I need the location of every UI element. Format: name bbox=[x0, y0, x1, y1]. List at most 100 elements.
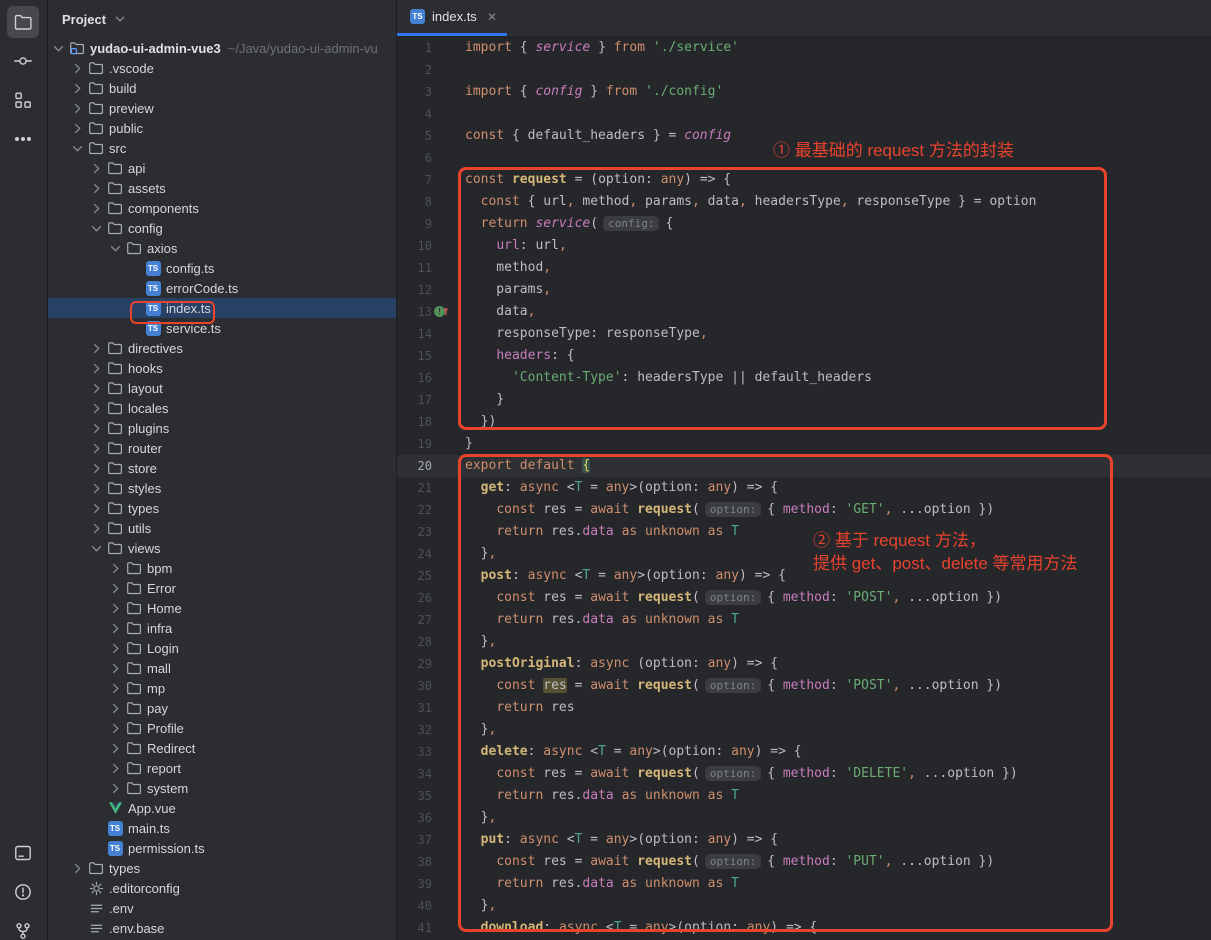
chevron-collapsed-icon[interactable] bbox=[108, 741, 126, 756]
code-line-41[interactable]: 41 download: async <T = any>(option: any… bbox=[397, 917, 1211, 939]
chevron-collapsed-icon[interactable] bbox=[108, 601, 126, 616]
code-line-34[interactable]: 34 const res = await request(option:{ me… bbox=[397, 763, 1211, 785]
chevron-collapsed-icon[interactable] bbox=[108, 661, 126, 676]
code-line-38[interactable]: 38 const res = await request(option:{ me… bbox=[397, 851, 1211, 873]
chevron-collapsed-icon[interactable] bbox=[108, 561, 126, 576]
code-line-25[interactable]: 25 post: async <T = any>(option: any) =>… bbox=[397, 565, 1211, 587]
tree-item-directives[interactable]: directives bbox=[48, 338, 396, 358]
tree-item-system[interactable]: system bbox=[48, 778, 396, 798]
chevron-collapsed-icon[interactable] bbox=[108, 681, 126, 696]
chevron-collapsed-icon[interactable] bbox=[108, 701, 126, 716]
chevron-collapsed-icon[interactable] bbox=[89, 381, 107, 396]
code-line-27[interactable]: 27 return res.data as unknown as T bbox=[397, 609, 1211, 631]
code-line-13[interactable]: 13!↑ data, bbox=[397, 301, 1211, 323]
code-line-14[interactable]: 14 responseType: responseType, bbox=[397, 323, 1211, 345]
chevron-collapsed-icon[interactable] bbox=[89, 461, 107, 476]
chevron-collapsed-icon[interactable] bbox=[70, 121, 88, 136]
code-line-20[interactable]: 20export default { bbox=[397, 455, 1211, 477]
chevron-collapsed-icon[interactable] bbox=[89, 441, 107, 456]
tree-item-preview[interactable]: preview bbox=[48, 98, 396, 118]
chevron-collapsed-icon[interactable] bbox=[89, 181, 107, 196]
code-line-24[interactable]: 24 }, bbox=[397, 543, 1211, 565]
tree-item-locales[interactable]: locales bbox=[48, 398, 396, 418]
tree-item-store[interactable]: store bbox=[48, 458, 396, 478]
code-line-23[interactable]: 23 return res.data as unknown as T bbox=[397, 521, 1211, 543]
tab-index-ts[interactable]: TS index.ts ✕ bbox=[397, 0, 507, 36]
chevron-collapsed-icon[interactable] bbox=[70, 61, 88, 76]
code-line-32[interactable]: 32 }, bbox=[397, 719, 1211, 741]
project-panel-header[interactable]: Project bbox=[48, 0, 396, 38]
tab-close-icon[interactable]: ✕ bbox=[487, 10, 497, 24]
commit-up-marker-icon[interactable]: !↑ bbox=[434, 304, 454, 319]
code-editor[interactable]: 1import { service } from './service'23im… bbox=[397, 37, 1211, 940]
chevron-expanded-icon[interactable] bbox=[51, 41, 69, 56]
tree-item-types[interactable]: types bbox=[48, 858, 396, 878]
tree-item-permission.ts[interactable]: TSpermission.ts bbox=[48, 838, 396, 858]
code-line-30[interactable]: 30 const res = await request(option:{ me… bbox=[397, 675, 1211, 697]
chevron-expanded-icon[interactable] bbox=[70, 141, 88, 156]
chevron-collapsed-icon[interactable] bbox=[89, 481, 107, 496]
chevron-expanded-icon[interactable] bbox=[89, 221, 107, 236]
chevron-collapsed-icon[interactable] bbox=[108, 721, 126, 736]
tree-item-errorCode.ts[interactable]: TSerrorCode.ts bbox=[48, 278, 396, 298]
tree-item-assets[interactable]: assets bbox=[48, 178, 396, 198]
tree-item-utils[interactable]: utils bbox=[48, 518, 396, 538]
code-line-28[interactable]: 28 }, bbox=[397, 631, 1211, 653]
chevron-collapsed-icon[interactable] bbox=[89, 341, 107, 356]
code-line-40[interactable]: 40 }, bbox=[397, 895, 1211, 917]
chevron-collapsed-icon[interactable] bbox=[108, 641, 126, 656]
more-tools-icon[interactable] bbox=[7, 123, 39, 155]
code-line-35[interactable]: 35 return res.data as unknown as T bbox=[397, 785, 1211, 807]
tree-item-public[interactable]: public bbox=[48, 118, 396, 138]
code-line-1[interactable]: 1import { service } from './service' bbox=[397, 37, 1211, 59]
tree-item-.editorconfig[interactable]: .editorconfig bbox=[48, 878, 396, 898]
tree-item-config[interactable]: config bbox=[48, 218, 396, 238]
tree-item-axios[interactable]: axios bbox=[48, 238, 396, 258]
project-folder-icon[interactable] bbox=[7, 6, 39, 38]
code-line-19[interactable]: 19} bbox=[397, 433, 1211, 455]
code-line-26[interactable]: 26 const res = await request(option:{ me… bbox=[397, 587, 1211, 609]
tree-item-.env[interactable]: .env bbox=[48, 898, 396, 918]
tree-item-mall[interactable]: mall bbox=[48, 658, 396, 678]
commit-icon[interactable] bbox=[7, 45, 39, 77]
chevron-collapsed-icon[interactable] bbox=[89, 361, 107, 376]
tree-item-router[interactable]: router bbox=[48, 438, 396, 458]
code-line-2[interactable]: 2 bbox=[397, 59, 1211, 81]
code-line-4[interactable]: 4 bbox=[397, 103, 1211, 125]
chevron-collapsed-icon[interactable] bbox=[70, 101, 88, 116]
code-line-15[interactable]: 15 headers: { bbox=[397, 345, 1211, 367]
code-line-3[interactable]: 3import { config } from './config' bbox=[397, 81, 1211, 103]
version-control-icon[interactable] bbox=[7, 915, 39, 940]
chevron-expanded-icon[interactable] bbox=[108, 241, 126, 256]
chevron-collapsed-icon[interactable] bbox=[108, 761, 126, 776]
tree-item-Error[interactable]: Error bbox=[48, 578, 396, 598]
problems-icon[interactable] bbox=[7, 876, 39, 908]
tree-item-.vscode[interactable]: .vscode bbox=[48, 58, 396, 78]
tree-item-plugins[interactable]: plugins bbox=[48, 418, 396, 438]
tree-item-Login[interactable]: Login bbox=[48, 638, 396, 658]
chevron-expanded-icon[interactable] bbox=[89, 541, 107, 556]
tree-item-components[interactable]: components bbox=[48, 198, 396, 218]
chevron-collapsed-icon[interactable] bbox=[89, 501, 107, 516]
code-line-36[interactable]: 36 }, bbox=[397, 807, 1211, 829]
tree-item-infra[interactable]: infra bbox=[48, 618, 396, 638]
code-line-6[interactable]: 6 bbox=[397, 147, 1211, 169]
chevron-collapsed-icon[interactable] bbox=[108, 781, 126, 796]
tree-item-main.ts[interactable]: TSmain.ts bbox=[48, 818, 396, 838]
tree-item-build[interactable]: build bbox=[48, 78, 396, 98]
tree-item-yudao-ui-admin-vue3[interactable]: yudao-ui-admin-vue3~/Java/yudao-ui-admin… bbox=[48, 38, 396, 58]
tree-item-styles[interactable]: styles bbox=[48, 478, 396, 498]
code-line-22[interactable]: 22 const res = await request(option:{ me… bbox=[397, 499, 1211, 521]
chevron-collapsed-icon[interactable] bbox=[108, 621, 126, 636]
tree-item-pay[interactable]: pay bbox=[48, 698, 396, 718]
code-line-39[interactable]: 39 return res.data as unknown as T bbox=[397, 873, 1211, 895]
code-line-37[interactable]: 37 put: async <T = any>(option: any) => … bbox=[397, 829, 1211, 851]
code-line-9[interactable]: 9 return service(config:{ bbox=[397, 213, 1211, 235]
chevron-collapsed-icon[interactable] bbox=[70, 861, 88, 876]
chevron-collapsed-icon[interactable] bbox=[89, 161, 107, 176]
code-line-7[interactable]: 7const request = (option: any) => { bbox=[397, 169, 1211, 191]
tree-item-Home[interactable]: Home bbox=[48, 598, 396, 618]
tree-item-types[interactable]: types bbox=[48, 498, 396, 518]
tree-item-mp[interactable]: mp bbox=[48, 678, 396, 698]
tree-item-api[interactable]: api bbox=[48, 158, 396, 178]
